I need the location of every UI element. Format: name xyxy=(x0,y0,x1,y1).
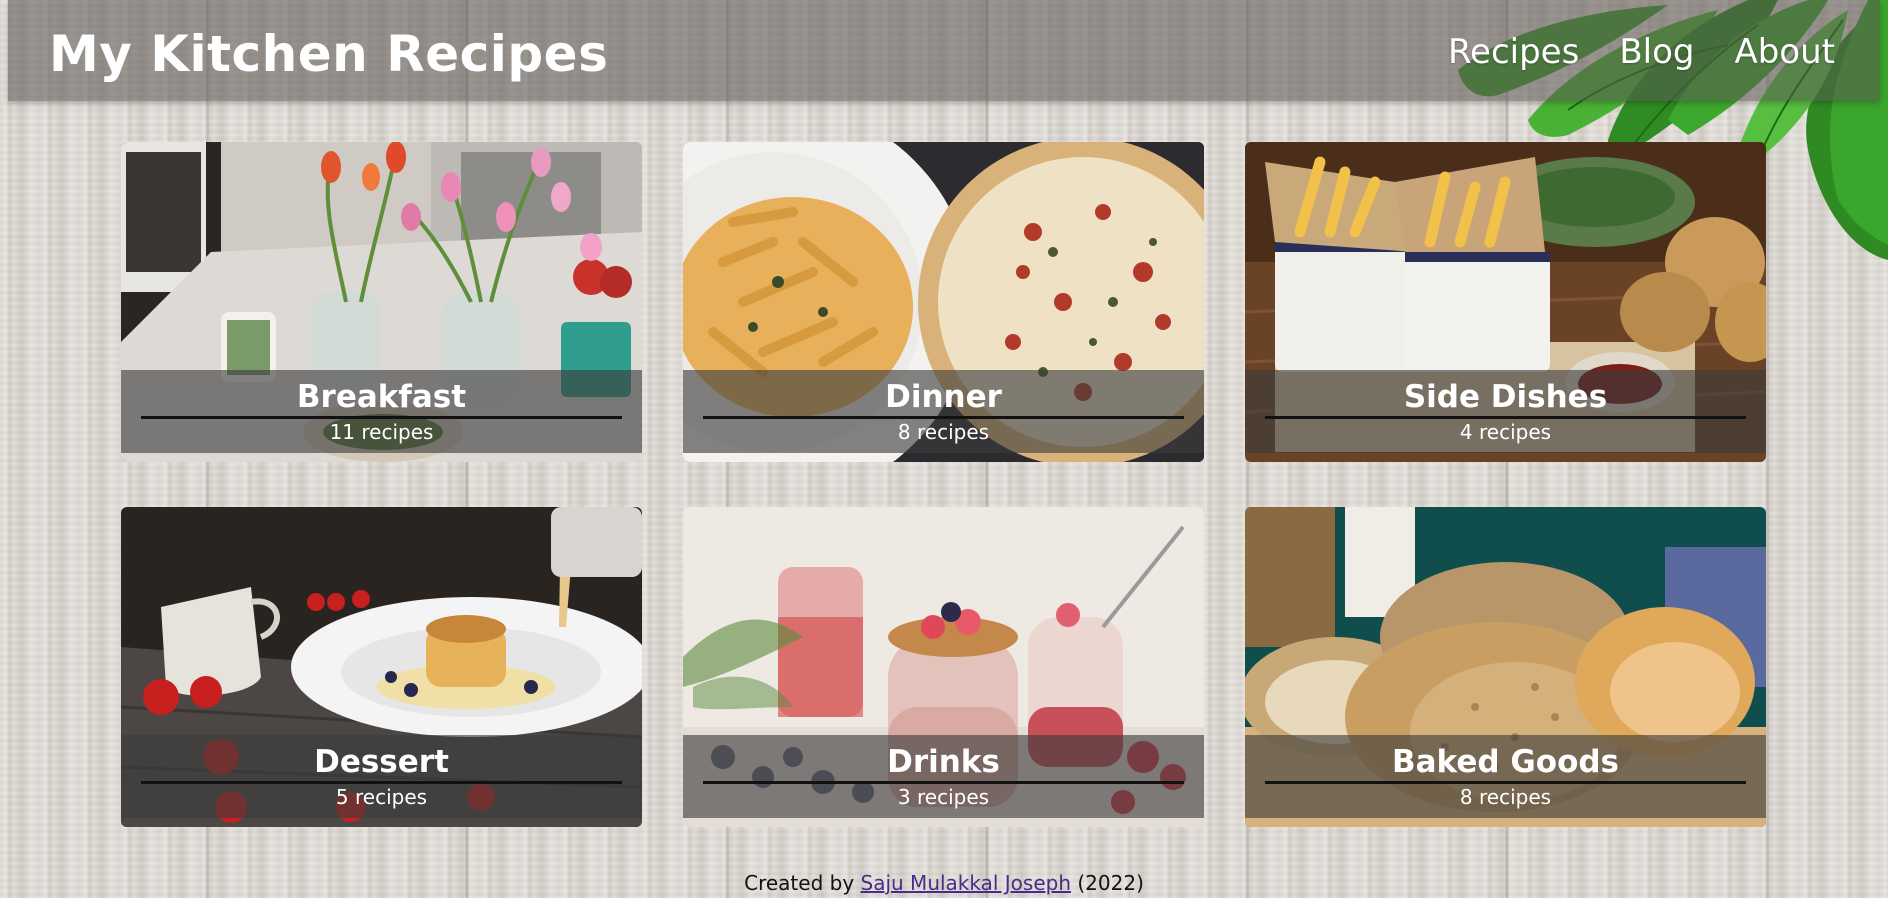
category-name: Dessert xyxy=(314,744,449,780)
recipe-count: 5 recipes xyxy=(335,785,428,809)
site-header: My Kitchen Recipes Recipes Blog About xyxy=(8,0,1880,101)
site-footer: Created by Saju Mulakkal Joseph (2022) xyxy=(0,871,1888,895)
recipe-count: 4 recipes xyxy=(1459,420,1552,444)
nav-link-about[interactable]: About xyxy=(1734,30,1835,74)
nav-link-blog[interactable]: Blog xyxy=(1619,30,1694,74)
site-title[interactable]: My Kitchen Recipes xyxy=(49,22,608,86)
category-name: Side Dishes xyxy=(1403,379,1608,415)
category-caption: Side Dishes 4 recipes xyxy=(1245,370,1766,453)
recipe-count: 8 recipes xyxy=(897,420,990,444)
author-link[interactable]: Saju Mulakkal Joseph xyxy=(861,871,1072,895)
category-card-side-dishes[interactable]: Side Dishes 4 recipes xyxy=(1245,142,1766,462)
category-card-baked-goods[interactable]: Baked Goods 8 recipes xyxy=(1245,507,1766,827)
recipe-count: 8 recipes xyxy=(1459,785,1552,809)
category-caption: Breakfast 11 recipes xyxy=(121,370,642,453)
category-caption: Dessert 5 recipes xyxy=(121,735,642,818)
footer-suffix: (2022) xyxy=(1071,871,1144,895)
category-grid: Breakfast 11 recipes Dinner 8 recipes Si… xyxy=(121,142,1766,827)
category-caption: Baked Goods 8 recipes xyxy=(1245,735,1766,818)
category-card-dinner[interactable]: Dinner 8 recipes xyxy=(683,142,1204,462)
category-card-drinks[interactable]: Drinks 3 recipes xyxy=(683,507,1204,827)
nav-link-recipes[interactable]: Recipes xyxy=(1448,30,1579,74)
category-card-breakfast[interactable]: Breakfast 11 recipes xyxy=(121,142,642,462)
recipe-count: 11 recipes xyxy=(329,420,434,444)
recipe-count: 3 recipes xyxy=(897,785,990,809)
footer-prefix: Created by xyxy=(744,871,861,895)
category-card-dessert[interactable]: Dessert 5 recipes xyxy=(121,507,642,827)
main-nav: Recipes Blog About xyxy=(1448,30,1835,74)
category-caption: Drinks 3 recipes xyxy=(683,735,1204,818)
category-name: Dinner xyxy=(885,379,1002,415)
category-caption: Dinner 8 recipes xyxy=(683,370,1204,453)
category-name: Baked Goods xyxy=(1391,744,1620,780)
category-name: Drinks xyxy=(887,744,1000,780)
category-name: Breakfast xyxy=(296,379,467,415)
